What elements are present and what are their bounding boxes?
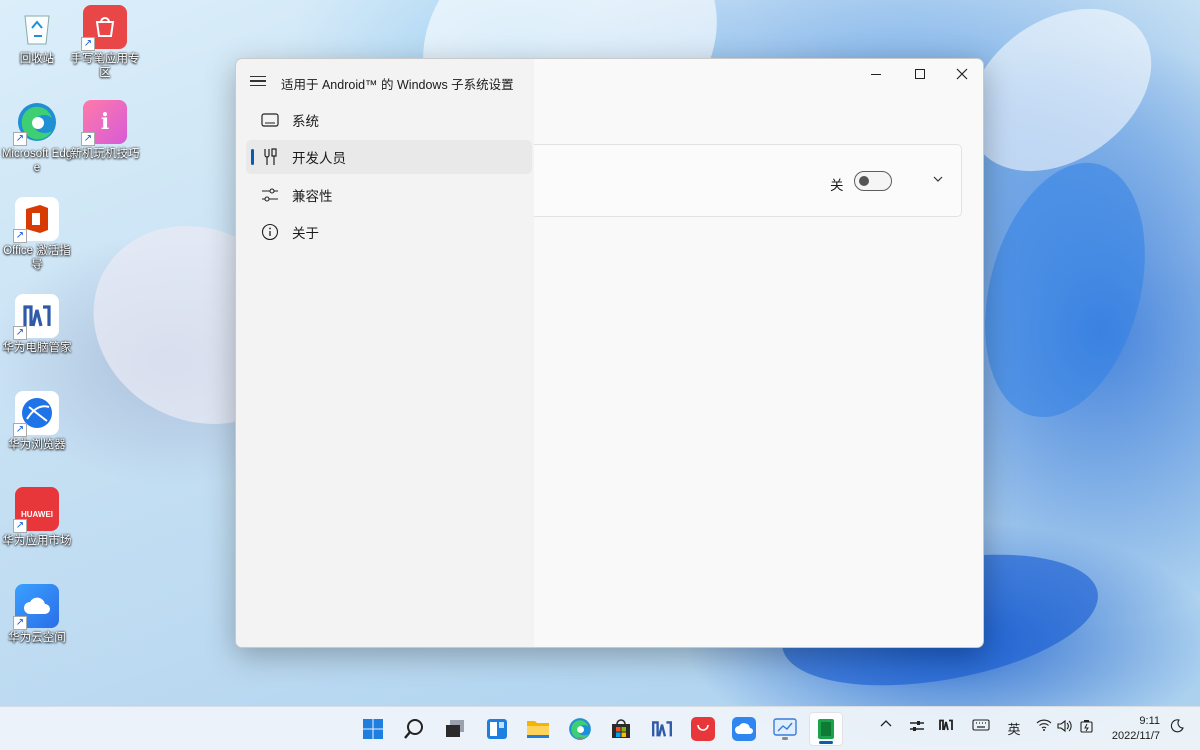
nav-item-label: 关于 [292, 226, 319, 241]
chevron-down-icon[interactable] [930, 171, 946, 187]
taskbar-clock[interactable]: 9:11 2022/11/7 [1112, 714, 1160, 744]
tray-pc-manager-icon[interactable] [936, 719, 956, 731]
close-button[interactable] [939, 59, 983, 89]
shortcut-arrow-icon: ↗ [81, 37, 95, 51]
show-hidden-icons-button[interactable] [878, 719, 894, 727]
focus-moon-icon[interactable] [1168, 719, 1186, 733]
desktop-icon-label: Office 激活指导 [3, 245, 71, 271]
developer-mode-card: 关 [534, 144, 962, 217]
shortcut-arrow-icon: ↗ [13, 326, 27, 340]
desktop-icon-label: 新机玩机技巧 [70, 148, 140, 160]
pc-manager-icon[interactable] [649, 716, 675, 742]
close-icon [956, 68, 968, 80]
nav-item-label: 兼容性 [292, 189, 333, 204]
navigation-pane: 系统 开发人员 兼容性 关于 [236, 103, 534, 647]
huawei-browser-icon: ↗ [13, 391, 59, 437]
file-explorer-icon[interactable] [525, 716, 551, 742]
android-subsystem-icon[interactable] [809, 712, 843, 746]
desktop-icon-tips[interactable]: i ↗ 新机玩机技巧 [68, 100, 142, 161]
task-view-icon[interactable] [442, 716, 468, 742]
wsa-settings-window: 适用于 Android™ 的 Windows 子系统设置 系统 开发人员 兼容性… [235, 58, 984, 648]
nav-item-label: 系统 [292, 114, 319, 129]
desktop-icon-cloud-space[interactable]: ↗ 华为云空间 [0, 584, 74, 645]
pc-manager-icon: ↗ [13, 294, 59, 340]
wifi-icon[interactable] [1035, 719, 1053, 731]
nav-item-label: 开发人员 [292, 151, 346, 166]
toggle-knob [859, 176, 869, 186]
desktop-icon-label: 华为云空间 [8, 632, 66, 644]
desktop-icon-label: 华为应用市场 [2, 535, 72, 547]
cloud-space-icon[interactable] [731, 716, 757, 742]
hamburger-menu-icon[interactable] [250, 73, 266, 89]
running-indicator [782, 737, 788, 740]
info-icon [260, 222, 280, 242]
edge-icon: ↗ [13, 100, 59, 146]
desktop-icon-label: 华为电脑管家 [2, 342, 72, 354]
maximize-icon [914, 68, 925, 79]
clock-time: 9:11 [1139, 715, 1160, 727]
shortcut-arrow-icon: ↗ [13, 423, 27, 437]
volume-icon[interactable] [1056, 719, 1074, 733]
tools-icon [260, 147, 280, 167]
desktop-icon-browser[interactable]: ↗ 华为浏览器 [0, 391, 74, 452]
windows-start-icon[interactable] [360, 716, 386, 742]
minimize-icon [870, 73, 881, 75]
desktop-icon-label: 手写笔应用专区 [70, 53, 140, 79]
edge-icon[interactable] [567, 716, 593, 742]
huawei-appgallery-icon[interactable] [690, 716, 716, 742]
search-icon[interactable] [401, 716, 427, 742]
nav-item-about[interactable]: 关于 [246, 215, 532, 249]
desktop-icon-edge[interactable]: ↗ Microsoft Edge [0, 100, 74, 175]
input-method-indicator[interactable]: 英 [1004, 719, 1024, 738]
desktop-icon-pen-apps[interactable]: ↗ 手写笔应用专区 [68, 5, 142, 80]
desktop-icon-label: 华为浏览器 [8, 439, 66, 451]
settings-preview-icon[interactable] [772, 716, 798, 742]
huawei-appgallery-icon: HUAWEI ↗ [13, 487, 59, 533]
chevron-up-icon [880, 720, 892, 727]
desktop-icon-recycle-bin[interactable]: 回收站 [0, 5, 74, 66]
nav-item-system[interactable]: 系统 [246, 103, 532, 137]
keyboard-icon[interactable] [971, 719, 991, 731]
desktop-icon-pc-manager[interactable]: ↗ 华为电脑管家 [0, 294, 74, 355]
shortcut-arrow-icon: ↗ [81, 132, 95, 146]
battery-icon[interactable] [1079, 719, 1097, 733]
taskbar: 英 9:11 2022/11/7 [0, 706, 1200, 750]
nav-item-developer[interactable]: 开发人员 [246, 140, 532, 174]
desktop-icon-label: Microsoft Edge [1, 148, 73, 174]
selection-indicator [251, 149, 254, 165]
cloud-space-icon: ↗ [13, 584, 59, 630]
running-indicator [577, 737, 583, 740]
pen-apps-icon: ↗ [81, 5, 127, 51]
active-indicator [819, 741, 833, 744]
display-icon [260, 110, 280, 130]
developer-mode-toggle[interactable] [854, 171, 892, 191]
toggle-state-label: 关 [830, 178, 844, 193]
widgets-icon[interactable] [484, 716, 510, 742]
title-bar: 适用于 Android™ 的 Windows 子系统设置 [236, 59, 983, 103]
recycle-bin-icon [15, 5, 59, 49]
store-icon[interactable] [608, 716, 634, 742]
desktop-icon-appgallery[interactable]: HUAWEI ↗ 华为应用市场 [0, 487, 74, 548]
nav-item-compatibility[interactable]: 兼容性 [246, 178, 532, 212]
tips-icon: i ↗ [81, 100, 127, 146]
clock-date: 2022/11/7 [1111, 730, 1160, 742]
shortcut-arrow-icon: ↗ [13, 519, 27, 533]
maximize-button[interactable] [897, 59, 943, 89]
window-title: 适用于 Android™ 的 Windows 子系统设置 [281, 78, 514, 92]
office-icon: ↗ [13, 197, 59, 243]
shortcut-arrow-icon: ↗ [13, 229, 27, 243]
shortcut-arrow-icon: ↗ [13, 616, 27, 630]
shortcut-arrow-icon: ↗ [13, 132, 27, 146]
sliders-icon [260, 185, 280, 205]
tray-settings-icon[interactable] [907, 719, 927, 733]
desktop-icon-label: 回收站 [19, 53, 55, 65]
minimize-button[interactable] [853, 59, 899, 89]
desktop-icon-office-activation[interactable]: ↗ Office 激活指导 [0, 197, 74, 272]
